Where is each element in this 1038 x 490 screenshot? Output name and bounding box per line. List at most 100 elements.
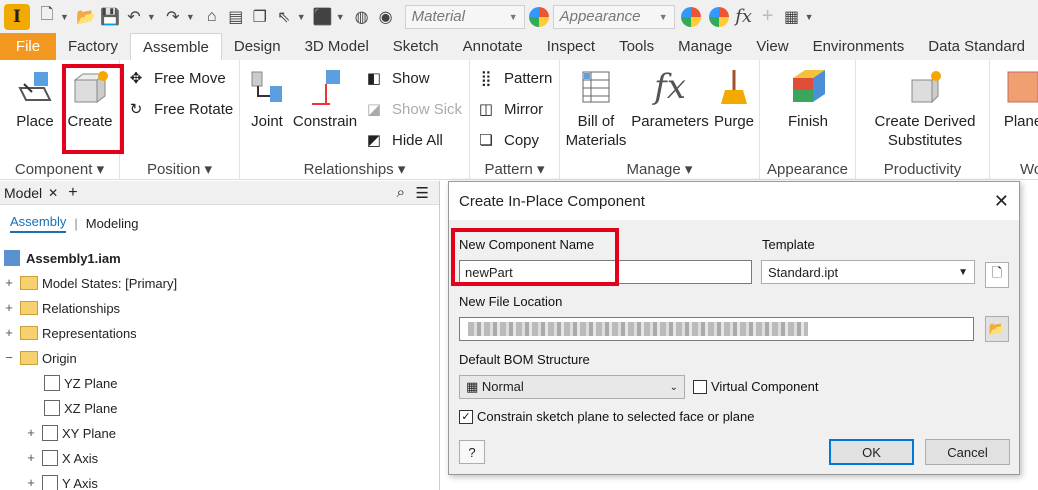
subtab-assembly[interactable]: Assembly xyxy=(10,214,67,233)
tree-item-xy-plane[interactable]: + XY Plane xyxy=(26,422,116,444)
copy-button[interactable]: ❏ Copy xyxy=(476,128,539,152)
file-location-browse-button[interactable]: 📂 xyxy=(985,316,1009,342)
vault-icon[interactable]: ◍ xyxy=(351,6,373,28)
create-derived-substitutes-button[interactable]: Create Derived Substitutes xyxy=(866,66,984,150)
show-sick-button[interactable]: ◪ Show Sick xyxy=(364,97,462,121)
constrain-sketch-checkbox[interactable]: ✓ Constrain sketch plane to selected face… xyxy=(459,409,755,424)
adjust-appearance-icon[interactable] xyxy=(680,6,701,27)
customize-icon[interactable]: ▦ xyxy=(781,6,803,28)
position-panel-title[interactable]: Position ▾ xyxy=(120,160,239,178)
tab-file[interactable]: File xyxy=(0,33,56,60)
tree-item-assembly[interactable]: Assembly1.iam xyxy=(4,247,121,269)
virtual-component-checkbox[interactable]: Virtual Component xyxy=(693,379,818,394)
update-icon[interactable]: ⬛ xyxy=(312,6,334,28)
hide-all-button[interactable]: ◩ Hide All xyxy=(364,128,443,152)
ok-button[interactable]: OK xyxy=(829,439,914,465)
bill-of-materials-button[interactable]: Bill of Materials xyxy=(564,66,628,150)
tree-item-y-axis[interactable]: + Y Axis xyxy=(26,472,98,490)
tab-environments[interactable]: Environments xyxy=(801,33,917,60)
component-panel-title[interactable]: Component ▾ xyxy=(0,160,119,178)
expand-icon[interactable]: + xyxy=(4,301,14,314)
tab-design[interactable]: Design xyxy=(222,33,293,60)
redo-icon[interactable]: ↷ xyxy=(162,6,184,28)
subtab-modeling[interactable]: Modeling xyxy=(86,216,139,231)
tab-inspect[interactable]: Inspect xyxy=(535,33,607,60)
close-icon[interactable]: ✕ xyxy=(48,186,58,200)
place-button[interactable]: Place xyxy=(10,66,60,131)
cancel-button[interactable]: Cancel xyxy=(925,439,1010,465)
tree-item-x-axis[interactable]: + X Axis xyxy=(26,447,98,469)
add-tab-icon[interactable]: + xyxy=(68,184,77,202)
undo-icon[interactable]: ↶ xyxy=(123,6,145,28)
collapse-icon[interactable]: − xyxy=(4,351,14,364)
checkbox-checked[interactable]: ✓ xyxy=(459,409,473,424)
search-icon[interactable]: ⌕ xyxy=(397,184,405,201)
chevron-down-icon: ▼ xyxy=(508,11,518,22)
copy-icon[interactable]: ❐ xyxy=(249,6,271,28)
chevron-down-icon[interactable]: ▼ xyxy=(60,12,69,22)
parameters-button[interactable]: fx Parameters xyxy=(631,66,709,131)
tab-view[interactable]: View xyxy=(744,33,800,60)
template-browse-button[interactable]: 🗋 xyxy=(985,262,1009,288)
tree-item-xz-plane[interactable]: XZ Plane xyxy=(44,397,117,419)
fx-icon[interactable]: fx xyxy=(733,6,755,28)
file-location-input[interactable] xyxy=(459,317,974,341)
tree-item-model-states[interactable]: + Model States: [Primary] xyxy=(4,272,177,294)
help-button[interactable]: ? xyxy=(459,440,485,464)
tab-manage[interactable]: Manage xyxy=(666,33,744,60)
pattern-button[interactable]: ⣿ Pattern xyxy=(476,66,553,90)
inventor-logo[interactable]: I xyxy=(4,3,30,30)
expand-icon[interactable]: + xyxy=(4,276,14,289)
expand-icon[interactable]: + xyxy=(4,326,14,339)
manage-panel-title[interactable]: Manage ▾ xyxy=(560,160,759,178)
home-icon[interactable]: ⌂ xyxy=(201,6,223,28)
tab-tools[interactable]: Tools xyxy=(607,33,666,60)
appearance-combo[interactable]: Appearance ▼ xyxy=(552,4,675,29)
tab-annotate[interactable]: Annotate xyxy=(451,33,535,60)
finish-button[interactable]: Finish xyxy=(784,66,832,131)
expand-icon[interactable]: + xyxy=(26,476,36,489)
tab-data-standard[interactable]: Data Standard xyxy=(916,33,1037,60)
tree-item-origin[interactable]: − Origin xyxy=(4,347,76,369)
tab-3d-model[interactable]: 3D Model xyxy=(293,33,381,60)
free-rotate-button[interactable]: ↻ Free Rotate xyxy=(126,97,234,121)
menu-icon[interactable]: ☰ xyxy=(416,184,429,202)
tab-sketch[interactable]: Sketch xyxy=(381,33,451,60)
new-file-icon[interactable]: 🗋 xyxy=(36,6,58,28)
properties-icon[interactable]: ▤ xyxy=(225,6,247,28)
ribbon: Place Create Component ▾ ✥ Free Move ↻ Fre… xyxy=(0,60,1038,180)
purge-button[interactable]: Purge xyxy=(712,66,756,131)
chevron-down-icon[interactable]: ▼ xyxy=(297,12,306,22)
bom-structure-select[interactable]: ▦ Normal ⌄ xyxy=(459,375,685,399)
select-icon[interactable]: ⇖ xyxy=(273,6,295,28)
material-sphere-icon[interactable]: ◉ xyxy=(375,6,397,28)
chevron-down-icon[interactable]: ▼ xyxy=(147,12,156,22)
free-move-button[interactable]: ✥ Free Move xyxy=(126,66,226,90)
relationships-panel-title[interactable]: Relationships ▾ xyxy=(240,160,469,178)
chevron-down-icon[interactable]: ▼ xyxy=(805,12,814,22)
close-icon[interactable]: ✕ xyxy=(994,191,1009,212)
template-select[interactable]: Standard.ipt ▼ xyxy=(761,260,975,284)
tree-item-representations[interactable]: + Representations xyxy=(4,322,136,344)
tab-factory[interactable]: Factory xyxy=(56,33,130,60)
browser-tab-model[interactable]: Model xyxy=(4,185,42,201)
constrain-button[interactable]: Constrain xyxy=(292,66,358,131)
open-folder-icon[interactable]: 📂 xyxy=(75,6,97,28)
mirror-button[interactable]: ◫ Mirror xyxy=(476,97,543,121)
joint-button[interactable]: Joint xyxy=(246,66,288,131)
plus-icon[interactable]: + xyxy=(757,5,779,28)
show-button[interactable]: ◧ Show xyxy=(364,66,430,90)
clear-appearance-icon[interactable] xyxy=(708,6,729,27)
tree-item-relationships[interactable]: + Relationships xyxy=(4,297,120,319)
material-combo[interactable]: Material ▼ xyxy=(404,4,525,29)
save-icon[interactable]: 💾 xyxy=(99,6,121,28)
checkbox-unchecked[interactable] xyxy=(693,379,707,394)
pattern-panel-title[interactable]: Pattern ▾ xyxy=(470,160,559,178)
expand-icon[interactable]: + xyxy=(26,451,36,464)
expand-icon[interactable]: + xyxy=(26,426,36,439)
tab-assemble[interactable]: Assemble xyxy=(130,33,222,60)
chevron-down-icon[interactable]: ▼ xyxy=(336,12,345,22)
chevron-down-icon[interactable]: ▼ xyxy=(186,12,195,22)
plane-button[interactable]: Plane xyxy=(1000,66,1038,131)
tree-item-yz-plane[interactable]: YZ Plane xyxy=(44,372,117,394)
